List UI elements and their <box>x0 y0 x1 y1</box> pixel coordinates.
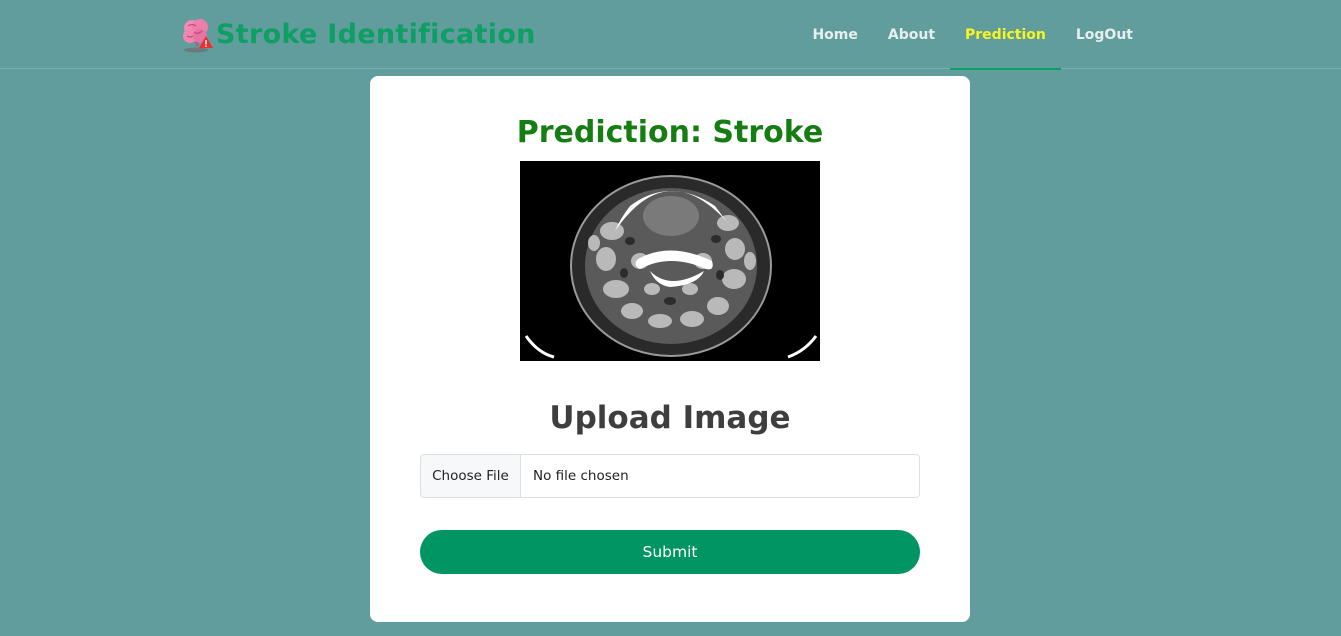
brand[interactable]: Stroke Identification <box>180 14 536 54</box>
brain-warning-icon <box>183 19 213 53</box>
upload-heading: Upload Image <box>549 400 791 436</box>
nav-prediction[interactable]: Prediction <box>950 0 1061 70</box>
nav-home[interactable]: Home <box>797 0 872 70</box>
file-input[interactable]: Choose File No file chosen <box>420 454 920 498</box>
navbar: Stroke Identification Home About Predict… <box>0 0 1341 70</box>
main-nav: Home About Prediction LogOut <box>797 0 1148 70</box>
brand-title: Stroke Identification <box>216 18 536 50</box>
prediction-result: Prediction: Stroke <box>516 115 824 150</box>
choose-file-button[interactable]: Choose File <box>421 455 521 497</box>
file-status: No file chosen <box>533 468 629 484</box>
submit-button[interactable]: Submit <box>420 530 920 574</box>
ct-scan-image <box>520 161 820 361</box>
prediction-card: Prediction: Stroke Upload Image Choose F… <box>370 76 970 622</box>
nav-logout[interactable]: LogOut <box>1061 0 1148 70</box>
nav-about[interactable]: About <box>873 0 950 70</box>
ct-scan-graphic <box>520 161 820 361</box>
